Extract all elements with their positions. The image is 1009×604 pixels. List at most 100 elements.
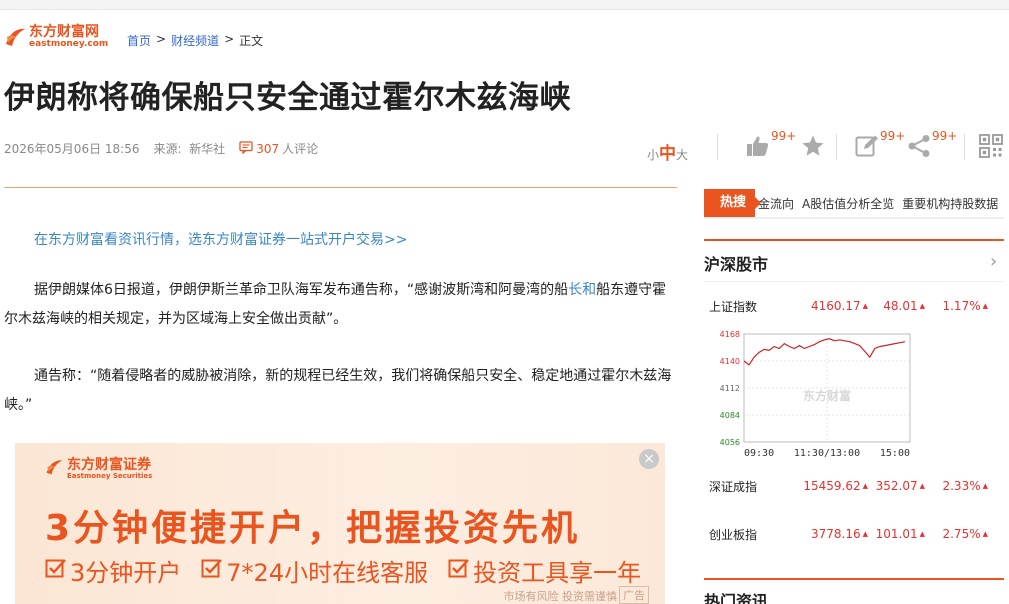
ad-features: 3分钟开户 7*24小时在线客服 投资工具享一年: [45, 553, 641, 588]
source-label: 来源:: [153, 142, 182, 156]
breadcrumb: 首页 > 财经频道 > 正文: [127, 32, 263, 49]
ad-feature-text: 7*24小时在线客服: [226, 559, 429, 587]
up-arrow-icon: ▲: [982, 530, 988, 538]
title-divider: [4, 187, 677, 188]
chart-ytick-label: 4168: [720, 330, 740, 339]
ad-close-button[interactable]: ×: [639, 449, 659, 469]
checkbox-icon: [201, 557, 223, 585]
ad-banner[interactable]: 东方财富证券 Eastmoney Securities 3分钟便捷开户，把握投资…: [15, 443, 665, 604]
ad-feature: 3分钟开户: [45, 553, 181, 588]
stock-link[interactable]: 长和: [568, 282, 596, 298]
article-paragraph-1: 据伊朗媒体6日报道，伊朗伊斯兰革命卫队海军发布通告称，“感谢波斯湾和阿曼湾的船长…: [4, 276, 680, 334]
divider: [836, 134, 837, 160]
index-change: 101.01 ▲: [875, 527, 925, 541]
index-intraday-chart[interactable]: 4168 4140 4112 4084 4056 09:30 11:30/13:00 15:0…: [710, 326, 920, 460]
logo-text-cn: 东方财富网: [29, 24, 99, 40]
index-row-sz[interactable]: 深证成指 15459.62 ▲ 352.07 ▲ 2.33% ▲: [704, 476, 1004, 496]
chart-xtick-label: 11:30/13:00: [794, 448, 860, 459]
qrcode-button[interactable]: [979, 130, 1003, 162]
qrcode-icon: [979, 130, 1003, 162]
chart-ytick-label: 4084: [720, 411, 740, 420]
index-percent: 2.33% ▲: [942, 479, 988, 493]
hot-search-items: 金流向 A股估值分析全览 重要机构持股数据: [758, 195, 998, 212]
logo-text-en: eastmoney.com: [29, 39, 109, 49]
up-arrow-icon: ▲: [982, 482, 988, 490]
comment-suffix: 人评论: [282, 142, 319, 156]
favorite-button[interactable]: [801, 130, 825, 162]
ad-risk-notice: 市场有风险 投资需谨慎: [503, 590, 618, 603]
breadcrumb-separator: >: [224, 32, 235, 46]
index-value: 4160.17 ▲: [810, 299, 868, 313]
hot-search-item[interactable]: A股估值分析全览: [802, 195, 894, 212]
chart-xtick-label: 15:00: [880, 448, 910, 459]
font-size-large[interactable]: 大: [676, 146, 688, 163]
like-button[interactable]: 99+: [746, 129, 797, 162]
chart-watermark: 东方财富: [803, 388, 851, 403]
up-arrow-icon: ▲: [982, 302, 988, 310]
chevron-right-icon[interactable]: ›: [990, 251, 997, 272]
ad-feature: 投资工具享一年: [448, 553, 641, 588]
up-arrow-icon: ▲: [919, 530, 925, 538]
section-top-border: [704, 239, 1004, 241]
star-icon: [801, 130, 825, 162]
ad-headline: 3分钟便捷开户，把握投资先机: [45, 508, 581, 549]
up-arrow-icon: ▲: [862, 302, 868, 310]
up-arrow-icon: ▲: [919, 482, 925, 490]
divider: [964, 134, 965, 160]
logo-icon: [45, 458, 63, 480]
logo-icon: [4, 26, 26, 48]
hot-search-tag: 热搜: [704, 189, 762, 217]
share-button[interactable]: 99+: [907, 129, 958, 162]
hot-search-bar: 热搜 金流向 A股估值分析全览 重要机构持股数据: [704, 189, 1004, 219]
thumbs-up-icon: [746, 130, 770, 162]
write-comment-button[interactable]: 99+: [855, 129, 906, 162]
ad-feature-text: 3分钟开户: [70, 559, 182, 587]
share-count-badge: 99+: [932, 129, 958, 143]
comment-link[interactable]: 307 人评论: [239, 140, 318, 157]
breadcrumb-home[interactable]: 首页: [127, 32, 151, 49]
index-name: 创业板指: [709, 527, 758, 542]
breadcrumb-channel[interactable]: 财经频道: [171, 32, 219, 49]
top-strip: [0, 0, 1009, 10]
checkbox-icon: [448, 557, 470, 585]
chart-ytick-label: 4140: [720, 357, 740, 366]
hot-news-title: 热门资讯: [704, 592, 769, 604]
promo-link[interactable]: 在东方财富看资讯行情，选东方财富证券一站式开户交易>>: [34, 229, 407, 249]
chart-ytick-label: 4112: [720, 384, 740, 393]
index-name: 深证成指: [709, 479, 758, 494]
ad-feature: 7*24小时在线客服: [201, 553, 428, 588]
hot-search-item[interactable]: 金流向: [758, 195, 794, 212]
font-size-medium[interactable]: 中: [659, 139, 676, 164]
index-change: 352.07 ▲: [875, 479, 925, 493]
ad-logo-en: Eastmoney Securities: [67, 472, 153, 480]
like-count-badge: 99+: [771, 129, 797, 143]
comment-icon: [239, 140, 253, 157]
index-row-cyb[interactable]: 创业板指 3778.16 ▲ 101.01 ▲ 2.75% ▲: [704, 524, 1004, 544]
up-arrow-icon: ▲: [919, 302, 925, 310]
section-divider: [704, 281, 1004, 282]
site-logo[interactable]: 东方财富网 eastmoney.com: [4, 25, 108, 49]
checkbox-icon: [45, 557, 67, 585]
index-percent: 1.17% ▲: [942, 299, 988, 313]
article-meta: 2026年05月06日 18:56 来源: 新华社 307 人评论: [4, 140, 318, 157]
share-icon: [907, 130, 931, 162]
source: 来源: 新华社: [153, 140, 225, 157]
hot-search-item[interactable]: 重要机构持股数据: [902, 195, 998, 212]
ad-feature-text: 投资工具享一年: [473, 559, 642, 587]
comment-count-badge: 99+: [880, 129, 906, 143]
article-title: 伊朗称将确保船只安全通过霍尔木兹海峡: [4, 80, 571, 116]
source-name: 新华社: [189, 142, 226, 156]
divider: [717, 134, 718, 160]
publish-time: 2026年05月06日 18:56: [4, 142, 140, 156]
edit-icon: [855, 130, 879, 162]
ad-logo: 东方财富证券 Eastmoney Securities: [45, 458, 152, 480]
comment-count: 307: [256, 141, 280, 156]
up-arrow-icon: ▲: [862, 482, 868, 490]
article-paragraph-2: 通告称：“随着侵略者的威胁被消除，新的规程已经生效，我们将确保船只安全、稳定地通…: [4, 368, 672, 413]
font-size-small[interactable]: 小: [647, 146, 659, 163]
index-row-sh[interactable]: 上证指数 4160.17 ▲ 48.01 ▲ 1.17% ▲: [704, 296, 1004, 316]
section-top-border: [704, 578, 1004, 580]
breadcrumb-separator: >: [156, 32, 167, 46]
index-name: 上证指数: [709, 299, 758, 314]
index-value: 3778.16 ▲: [810, 527, 868, 541]
